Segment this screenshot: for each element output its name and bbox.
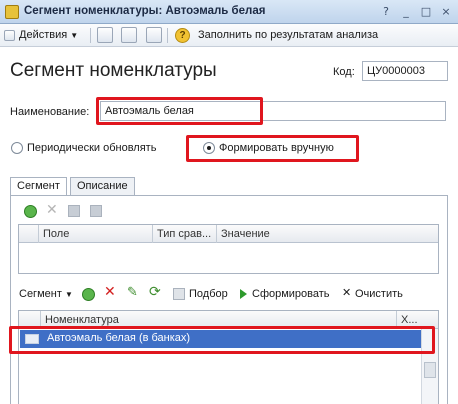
chevron-down-icon: ▼ xyxy=(64,290,73,299)
actions-label: Действия xyxy=(19,29,68,41)
name-field[interactable]: Автоэмаль белая xyxy=(100,101,446,121)
nomenclature-grid: Номенклатура Х... Автоэмаль белая (в бан… xyxy=(18,310,439,404)
toolbar-separator xyxy=(90,28,91,43)
tab-bar: Сегмент Описание xyxy=(10,177,448,196)
move-down-icon[interactable] xyxy=(90,205,102,217)
name-label: Наименование: xyxy=(10,106,90,118)
actions-menu[interactable]: Действия ▼ xyxy=(19,27,78,44)
clear-button[interactable]: Очистить xyxy=(355,286,403,302)
row-nomenclature: Автоэмаль белая (в банках) xyxy=(47,332,191,344)
column-nomenclature[interactable]: Номенклатура xyxy=(41,311,397,329)
radio-periodic[interactable] xyxy=(11,142,23,154)
refresh-icon[interactable] xyxy=(121,27,137,43)
delete-row-icon[interactable]: ✕ xyxy=(104,284,116,300)
page-title: Сегмент номенклатуры xyxy=(10,60,217,81)
post-document-icon[interactable] xyxy=(97,27,113,43)
pick-button[interactable]: Подбор xyxy=(189,286,228,302)
tab-segment[interactable]: Сегмент xyxy=(10,177,67,196)
filter-grid-header: Поле Тип срав... Значение xyxy=(19,225,438,243)
help-icon[interactable]: ? xyxy=(175,28,190,43)
code-field[interactable]: ЦУ0000003 xyxy=(362,61,448,81)
close-icon: ✕ xyxy=(342,286,352,299)
grid-corner xyxy=(19,225,39,243)
scrollbar-thumb[interactable] xyxy=(424,362,436,378)
chevron-down-icon: ▼ xyxy=(70,31,79,40)
grid-corner xyxy=(19,311,41,329)
delete-icon[interactable]: ✕ xyxy=(46,202,58,218)
window-titlebar: Сегмент номенклатуры: Автоэмаль белая ? … xyxy=(0,0,458,24)
copy-icon[interactable] xyxy=(146,27,162,43)
column-value[interactable]: Значение xyxy=(217,225,439,243)
close-button[interactable]: × xyxy=(438,4,454,19)
column-field[interactable]: Поле xyxy=(39,225,153,243)
radio-manual[interactable] xyxy=(203,142,215,154)
code-label: Код: xyxy=(333,66,355,78)
add-icon[interactable] xyxy=(24,205,37,218)
segment-menu-label: Сегмент xyxy=(19,288,62,300)
main-toolbar: Действия ▼ ? Заполнить по результатам ан… xyxy=(0,24,458,47)
minimize-button[interactable]: _ xyxy=(398,4,414,19)
pick-icon xyxy=(173,288,185,300)
actions-icon xyxy=(4,30,15,41)
item-icon xyxy=(25,334,39,344)
add-row-icon[interactable] xyxy=(82,288,95,301)
column-compare-type[interactable]: Тип срав... xyxy=(153,225,217,243)
radio-manual-label[interactable]: Формировать вручную xyxy=(219,142,334,154)
maximize-button[interactable]: □ xyxy=(418,4,434,19)
window-title: Сегмент номенклатуры: Автоэмаль белая xyxy=(24,5,266,17)
tab-description[interactable]: Описание xyxy=(70,177,135,195)
edit-icon[interactable]: ✎ xyxy=(127,285,138,300)
app-icon xyxy=(5,5,19,19)
help-window-button[interactable]: ? xyxy=(378,4,394,19)
move-up-icon[interactable] xyxy=(68,205,80,217)
generate-button[interactable]: Сформировать xyxy=(252,286,330,302)
segment-menu[interactable]: Сегмент ▼ xyxy=(19,286,73,302)
vertical-scrollbar[interactable] xyxy=(421,329,438,404)
table-row[interactable]: Автоэмаль белая (в банках) xyxy=(20,330,421,348)
radio-periodic-label[interactable]: Периодически обновлять xyxy=(27,142,156,154)
filter-grid: Поле Тип срав... Значение xyxy=(18,224,439,274)
fill-by-analysis-button[interactable]: Заполнить по результатам анализа xyxy=(198,27,378,44)
toolbar-separator xyxy=(167,28,168,43)
play-icon xyxy=(240,289,247,299)
refresh-list-icon[interactable]: ⟳ xyxy=(149,284,161,300)
nomenclature-grid-header: Номенклатура Х... xyxy=(19,311,438,329)
column-extra[interactable]: Х... xyxy=(397,311,421,329)
